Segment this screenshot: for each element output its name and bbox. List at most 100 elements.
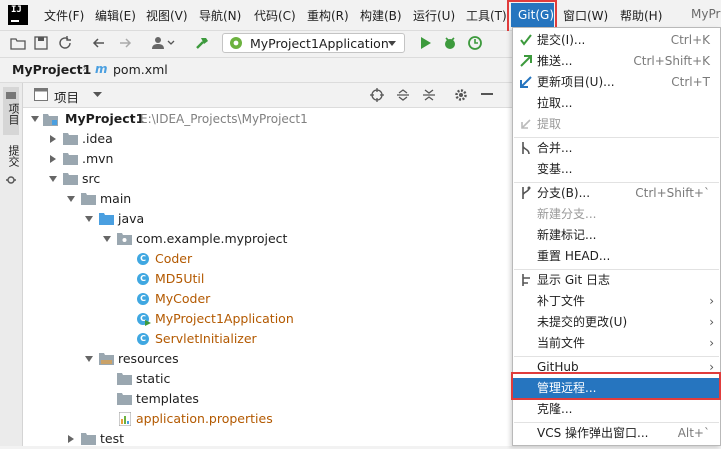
chevron-down-icon[interactable] xyxy=(93,92,102,98)
chevron-right-icon: › xyxy=(709,336,714,350)
git-menu-item-branches[interactable]: 分支(B)... Ctrl+Shift+` xyxy=(513,183,720,204)
item-shortcut: Ctrl+K xyxy=(670,33,710,47)
user-dropdown-icon[interactable] xyxy=(151,35,177,51)
commit-tool-tab[interactable]: 提交 xyxy=(3,143,20,191)
commit-tool-label: 提交 xyxy=(7,145,20,167)
tree-row-project-root[interactable]: MyProject1 E:\IDEA_Projects\MyProject1 xyxy=(23,109,503,129)
menu-edit[interactable]: 编辑(E) xyxy=(95,7,136,24)
git-menu-item-current-file[interactable]: 当前文件 › xyxy=(513,333,720,354)
item-label: 重置 HEAD... xyxy=(537,249,611,263)
chevron-right-icon: › xyxy=(709,315,714,329)
git-menu-item-push[interactable]: 推送... Ctrl+Shift+K xyxy=(513,51,720,72)
menu-file[interactable]: 文件(F) xyxy=(44,7,84,24)
git-menu-item-reset-head[interactable]: 重置 HEAD... xyxy=(513,246,720,267)
chevron-right-icon[interactable] xyxy=(67,435,75,443)
chevron-right-icon[interactable] xyxy=(49,135,57,143)
git-menu-item-vcs-popup[interactable]: VCS 操作弹出窗口... Alt+` xyxy=(513,423,720,444)
git-menu-item-merge[interactable]: 合并... xyxy=(513,138,720,159)
collapse-all-icon[interactable] xyxy=(422,88,436,102)
resource-folder-icon xyxy=(99,353,114,365)
chevron-down-icon[interactable] xyxy=(49,175,57,183)
tree-row-class-mycoder[interactable]: C MyCoder xyxy=(23,289,503,309)
forward-arrow-icon[interactable] xyxy=(117,35,133,51)
menu-navigate[interactable]: 导航(N) xyxy=(199,7,241,24)
menu-build[interactable]: 构建(B) xyxy=(360,7,402,24)
tree-row-mvn[interactable]: .mvn xyxy=(23,149,503,169)
menu-code[interactable]: 代码(C) xyxy=(254,7,296,24)
item-shortcut: Ctrl+T xyxy=(671,75,710,89)
tree-row-package[interactable]: com.example.myproject xyxy=(23,229,503,249)
package-icon xyxy=(117,233,132,245)
left-tool-strip: 项目 提交 xyxy=(0,83,23,446)
sync-icon[interactable] xyxy=(57,35,73,51)
tree-row-java[interactable]: java xyxy=(23,209,503,229)
breadcrumb-file[interactable]: pom.xml xyxy=(113,62,168,77)
menu-view[interactable]: 视图(V) xyxy=(146,7,188,24)
git-menu-item-clone[interactable]: 克隆... xyxy=(513,399,720,420)
build-hammer-icon[interactable] xyxy=(194,35,210,51)
chevron-down-icon[interactable] xyxy=(103,235,111,243)
open-folder-icon[interactable] xyxy=(10,35,26,51)
locate-crosshair-icon[interactable] xyxy=(370,88,384,102)
coverage-icon[interactable] xyxy=(467,35,483,51)
run-config-label: MyProject1Application xyxy=(250,36,389,51)
item-label: 显示 Git 日志 xyxy=(537,273,610,287)
chevron-down-icon[interactable] xyxy=(85,355,93,363)
tree-row-idea[interactable]: .idea xyxy=(23,129,503,149)
project-tool-tab[interactable]: 项目 xyxy=(3,87,20,135)
git-menu-item-update[interactable]: 更新项目(U)... Ctrl+T xyxy=(513,72,720,93)
git-menu-item-pull[interactable]: 拉取... xyxy=(513,93,720,114)
tree-row-class-coder[interactable]: C Coder xyxy=(23,249,503,269)
tree-row-class-servlet[interactable]: C ServletInitializer xyxy=(23,329,503,349)
tree-row-static[interactable]: static xyxy=(23,369,503,389)
class-icon: C xyxy=(137,333,149,345)
item-label: 更新项目(U)... xyxy=(537,75,615,89)
breadcrumb-separator: › xyxy=(82,61,87,75)
chevron-down-icon[interactable] xyxy=(67,195,75,203)
tree-row-class-md5util[interactable]: C MD5Util xyxy=(23,269,503,289)
git-menu-item-commit[interactable]: 提交(I)... Ctrl+K xyxy=(513,30,720,51)
tree-row-properties[interactable]: application.properties xyxy=(23,409,503,429)
gear-icon[interactable] xyxy=(454,88,468,102)
menu-tools[interactable]: 工具(T) xyxy=(466,7,507,24)
git-menu-item-show-log[interactable]: 显示 Git 日志 xyxy=(513,270,720,291)
project-tool-label: 项目 xyxy=(7,103,20,125)
breadcrumb-project[interactable]: MyProject1 xyxy=(12,62,91,77)
hide-panel-icon[interactable] xyxy=(481,93,493,96)
git-menu-item-new-branch: 新建分支... xyxy=(513,204,720,225)
chevron-down-icon[interactable] xyxy=(85,215,93,223)
chevron-right-icon[interactable] xyxy=(49,155,57,163)
intellij-logo-icon[interactable]: IJ xyxy=(8,5,28,25)
run-config-selector[interactable]: MyProject1Application xyxy=(222,33,405,53)
tree-row-class-application[interactable]: C MyProject1Application xyxy=(23,309,503,329)
commit-icon xyxy=(6,176,16,184)
git-menu-item-uncommitted[interactable]: 未提交的更改(U) › xyxy=(513,312,720,333)
run-icon[interactable] xyxy=(417,35,433,51)
module-folder-icon xyxy=(43,114,58,126)
menu-refactor[interactable]: 重构(R) xyxy=(307,7,349,24)
update-arrow-icon xyxy=(520,76,532,88)
menu-window[interactable]: 窗口(W) xyxy=(563,7,608,24)
tree-label: MyCoder xyxy=(155,291,211,306)
git-menu-item-rebase[interactable]: 变基... xyxy=(513,159,720,180)
tree-label: MyProject1Application xyxy=(155,311,294,326)
expand-all-icon[interactable] xyxy=(396,88,410,102)
tree-row-src[interactable]: src xyxy=(23,169,503,189)
tree-row-main[interactable]: main xyxy=(23,189,503,209)
menu-help[interactable]: 帮助(H) xyxy=(620,7,662,24)
tree-row-resources[interactable]: resources xyxy=(23,349,503,369)
git-menu-item-new-tag[interactable]: 新建标记... xyxy=(513,225,720,246)
git-menu-item-patch[interactable]: 补丁文件 › xyxy=(513,291,720,312)
menu-run[interactable]: 运行(U) xyxy=(413,7,455,24)
folder-icon xyxy=(117,373,132,385)
chevron-down-icon[interactable] xyxy=(31,115,39,123)
back-arrow-icon[interactable] xyxy=(91,35,107,51)
tree-row-test[interactable]: test xyxy=(23,429,503,449)
item-shortcut: Ctrl+Shift+K xyxy=(633,54,710,68)
folder-icon xyxy=(63,173,78,185)
project-panel-title[interactable]: 项目 xyxy=(54,87,79,106)
tree-row-templates[interactable]: templates xyxy=(23,389,503,409)
save-all-icon[interactable] xyxy=(33,35,49,51)
debug-icon[interactable] xyxy=(442,35,458,51)
git-menu-item-fetch: 提取 xyxy=(513,114,720,135)
